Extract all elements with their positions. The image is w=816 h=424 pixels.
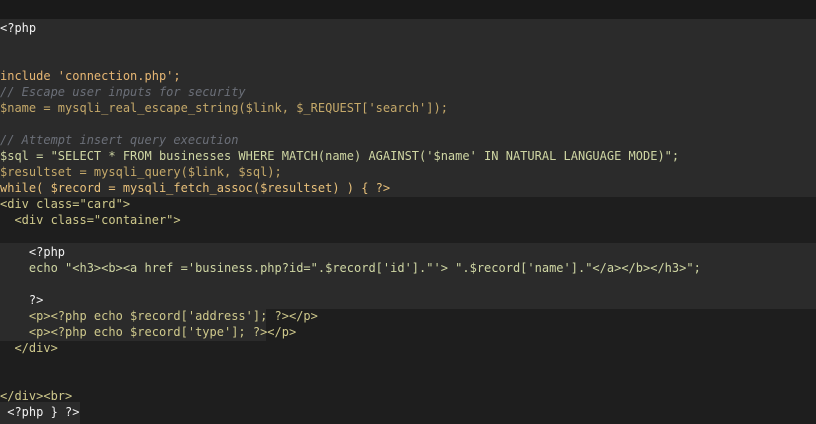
- code-line-9[interactable]: $sql = "SELECT * FROM businesses WHERE M…: [0, 148, 679, 164]
- code-line-10[interactable]: $resultset = mysqli_query($link, $sql);: [0, 164, 282, 180]
- code-line-21[interactable]: </div>: [0, 340, 57, 356]
- code-line-12[interactable]: <div class="card">: [0, 196, 130, 212]
- code-line-16[interactable]: echo "<h3><b><a href ='business.php?id="…: [0, 260, 701, 276]
- editor-top-bar: [0, 0, 816, 19]
- code-line-11[interactable]: while( $record = mysqli_fetch_assoc($res…: [0, 180, 390, 196]
- code-line-5[interactable]: // Escape user inputs for security: [0, 84, 246, 100]
- code-line-25[interactable]: <?php } ?>: [0, 404, 79, 420]
- code-line-4[interactable]: include 'connection.php';: [0, 68, 181, 84]
- code-line-13[interactable]: <div class="container">: [0, 212, 180, 228]
- code-line-19[interactable]: <p><?php echo $record['address']; ?></p>: [0, 308, 318, 324]
- code-line-8[interactable]: // Attempt insert query execution: [0, 132, 238, 148]
- code-editor[interactable]: <?php include 'connection.php'; // Escap…: [0, 0, 816, 424]
- code-line-18[interactable]: ?>: [0, 292, 43, 308]
- code-line-6[interactable]: $name = mysqli_real_escape_string($link,…: [0, 100, 448, 116]
- code-line-15[interactable]: <?php: [0, 244, 65, 260]
- code-line-1[interactable]: <?php: [0, 20, 36, 36]
- code-line-24[interactable]: </div><br>: [0, 388, 72, 404]
- code-line-20[interactable]: <p><?php echo $record['type']; ?></p>: [0, 324, 296, 340]
- php-block-highlight: [0, 243, 816, 309]
